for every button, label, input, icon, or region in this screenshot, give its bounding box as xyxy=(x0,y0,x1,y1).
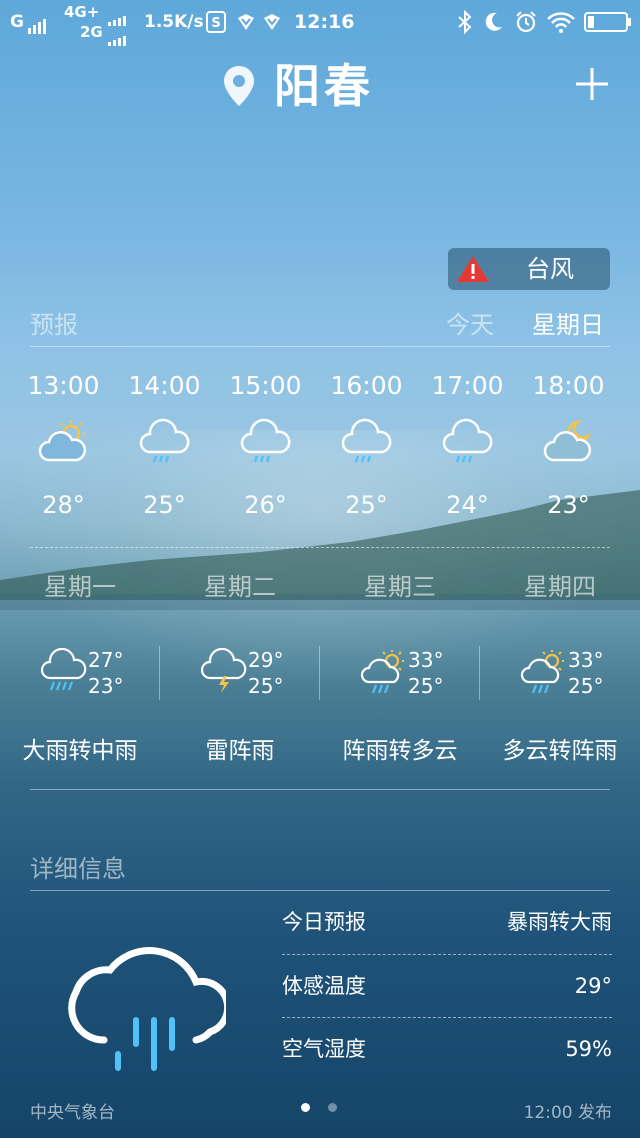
day-separator xyxy=(319,646,320,700)
today-label[interactable]: 今天 xyxy=(446,310,494,340)
moon-do-not-disturb-icon xyxy=(485,12,502,31)
daily-forecast-item[interactable]: 星期一 27° 23° 大雨转中雨 xyxy=(0,572,160,764)
shield-icon xyxy=(238,14,254,30)
city-name[interactable]: 阳春 xyxy=(274,58,374,114)
detail-value: 暴雨转大雨 xyxy=(507,910,612,934)
moon-cloud-icon xyxy=(543,420,591,462)
hour-temp: 25° xyxy=(143,491,186,519)
sun-cloud-icon xyxy=(38,420,86,462)
detail-row-humidity: 空气湿度 59% xyxy=(282,1029,612,1069)
day-name: 星期四 xyxy=(524,573,596,601)
detail-value: 29° xyxy=(574,974,612,998)
page-indicator-dot-active[interactable] xyxy=(301,1103,310,1112)
sun-shower-icon xyxy=(360,650,404,694)
hour-temp: 23° xyxy=(547,491,590,519)
signal-strength-icon-2 xyxy=(108,6,128,26)
day-name: 星期三 xyxy=(364,573,436,601)
svg-text:S: S xyxy=(211,16,220,31)
detail-row-divider xyxy=(282,1017,612,1018)
page-indicator-dot[interactable] xyxy=(328,1103,337,1112)
wifi-icon xyxy=(547,12,575,33)
forecast-section-label: 预报 xyxy=(30,311,78,339)
status-bar: G 4G+ 2G 1.5K/s S 12:16 xyxy=(0,0,640,46)
hourly-forecast-item: 16:00 25° xyxy=(316,370,417,520)
hourly-forecast-item: 17:00 24° xyxy=(417,370,518,520)
hourly-forecast-item: 14:00 25° xyxy=(114,370,215,520)
forecast-divider xyxy=(30,346,610,347)
day-high-temp: 27° xyxy=(88,648,124,672)
detail-row-feels-like: 体感温度 29° xyxy=(282,966,612,1006)
day-high-temp: 33° xyxy=(408,648,444,672)
day-low-temp: 23° xyxy=(88,674,124,698)
network-type-bottom: 2G xyxy=(80,23,103,41)
data-source: 中央气象台 xyxy=(30,1103,115,1123)
detail-key: 体感温度 xyxy=(282,974,366,998)
detail-key: 今日预报 xyxy=(282,910,366,934)
detail-row-forecast: 今日预报 暴雨转大雨 xyxy=(282,902,612,942)
day-high-temp: 33° xyxy=(568,648,604,672)
day-separator xyxy=(159,646,160,700)
hour-time: 14:00 xyxy=(128,371,201,400)
details-divider xyxy=(30,890,610,891)
signal-strength-icon xyxy=(28,14,48,34)
warning-icon xyxy=(457,256,489,282)
detail-key: 空气湿度 xyxy=(282,1037,366,1061)
detail-value: 59% xyxy=(565,1037,612,1061)
battery-icon xyxy=(584,12,631,32)
daily-forecast-item[interactable]: 星期四 33° 25° 多云转阵雨 xyxy=(480,572,640,764)
hourly-forecast-item: 18:00 23° xyxy=(518,370,619,520)
day-high-temp: 29° xyxy=(248,648,284,672)
day-name: 星期二 xyxy=(204,573,276,601)
app-s-icon: S xyxy=(206,11,226,33)
detail-row-divider xyxy=(282,954,612,955)
hourly-divider xyxy=(30,547,610,548)
day-description: 多云转阵雨 xyxy=(502,738,618,764)
hour-temp: 26° xyxy=(244,491,287,519)
hour-time: 17:00 xyxy=(431,371,504,400)
large-rain-cloud-icon xyxy=(68,947,226,1071)
daily-forecast-item[interactable]: 星期三 33° 25° 阵雨转多云 xyxy=(320,572,480,764)
hourly-forecast-item: 15:00 26° xyxy=(215,370,316,520)
thunderstorm-icon xyxy=(200,648,247,693)
clock: 12:16 xyxy=(294,11,355,33)
location-pin-icon[interactable] xyxy=(222,64,256,108)
hourly-forecast-item: 13:00 28° xyxy=(13,370,114,520)
network-speed: 1.5K/s xyxy=(144,12,204,32)
cloud-rain-icon xyxy=(240,418,290,463)
heavy-rain-icon xyxy=(40,648,87,691)
day-separator xyxy=(479,646,480,700)
bluetooth-icon xyxy=(458,10,472,34)
day-description: 雷阵雨 xyxy=(205,738,275,764)
hour-temp: 28° xyxy=(42,491,85,519)
cloud-rain-icon xyxy=(139,418,189,463)
hour-time: 15:00 xyxy=(229,371,302,400)
details-section-label: 详细信息 xyxy=(30,855,126,883)
day-low-temp: 25° xyxy=(568,674,604,698)
signal-strength-icon-3 xyxy=(108,26,128,46)
hour-temp: 24° xyxy=(446,491,489,519)
daily-divider xyxy=(30,789,610,790)
day-low-temp: 25° xyxy=(248,674,284,698)
cloud-rain-icon xyxy=(442,418,492,463)
hour-time: 13:00 xyxy=(27,371,100,400)
daily-forecast-item[interactable]: 星期二 29° 25° 雷阵雨 xyxy=(160,572,320,764)
alarm-icon xyxy=(516,11,536,33)
day-low-temp: 25° xyxy=(408,674,444,698)
publish-time: 12:00 发布 xyxy=(523,1103,612,1123)
day-description: 阵雨转多云 xyxy=(342,738,458,764)
weekday-label[interactable]: 星期日 xyxy=(532,310,604,340)
alert-label: 台风 xyxy=(526,255,574,283)
hour-time: 18:00 xyxy=(532,371,605,400)
cloud-rain-icon xyxy=(341,418,391,463)
hour-temp: 25° xyxy=(345,491,388,519)
carrier-label: G xyxy=(10,12,24,32)
day-description: 大雨转中雨 xyxy=(22,738,138,764)
hour-time: 16:00 xyxy=(330,371,403,400)
sun-shower-icon xyxy=(520,650,564,694)
typhoon-alert-badge[interactable]: 台风 xyxy=(448,248,610,290)
day-name: 星期一 xyxy=(44,573,116,601)
network-type-top: 4G+ xyxy=(64,3,100,21)
add-city-button[interactable] xyxy=(574,66,610,102)
shield-icon-2 xyxy=(264,14,280,30)
